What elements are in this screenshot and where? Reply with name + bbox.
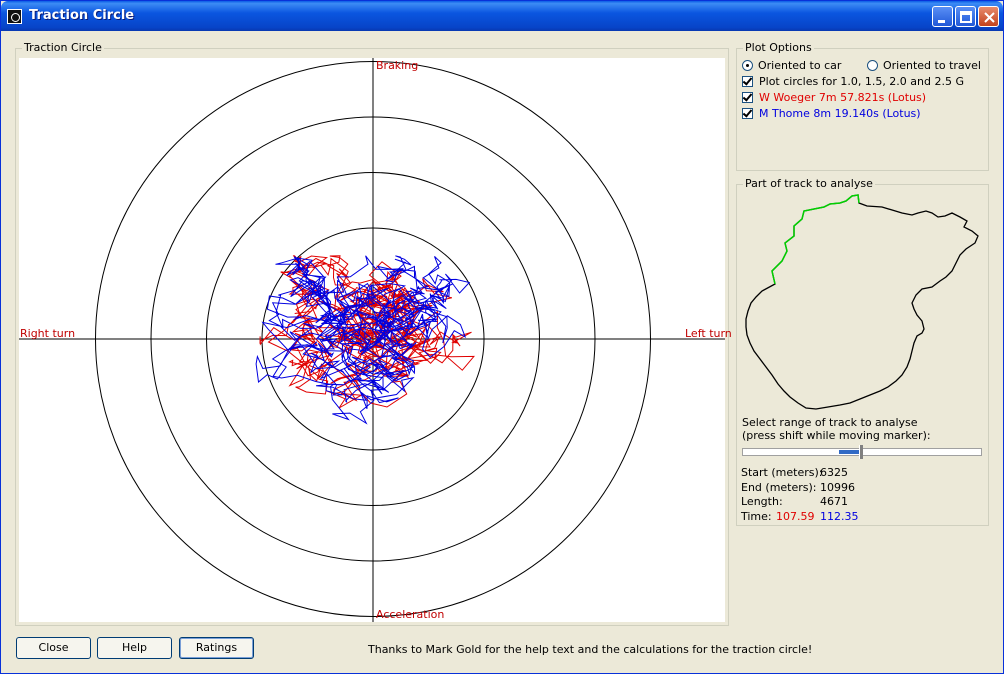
- checkbox-woeger-label: W Woeger 7m 57.821s (Lotus): [759, 91, 927, 104]
- length-value: 4671: [820, 495, 848, 508]
- title-bar[interactable]: Traction Circle: [1, 1, 1003, 31]
- checkbox-woeger[interactable]: W Woeger 7m 57.821s (Lotus): [742, 91, 926, 105]
- checkbox-thome-label: M Thome 8m 19.140s (Lotus): [759, 107, 921, 120]
- window-title: Traction Circle: [29, 8, 135, 23]
- checkbox-checked-icon: [742, 92, 753, 103]
- credits-text: Thanks to Mark Gold for the help text an…: [368, 643, 813, 656]
- track-analysis-label: Part of track to analyse: [743, 177, 875, 190]
- radio-oriented-to-car[interactable]: Oriented to car: [742, 59, 841, 73]
- radio-oriented-to-car-label: Oriented to car: [758, 59, 842, 72]
- track-range-selection[interactable]: [839, 450, 859, 454]
- braking-label: Braking: [376, 59, 419, 72]
- left-turn-label: Left turn: [685, 327, 732, 340]
- radio-oriented-to-travel-label: Oriented to travel: [883, 59, 981, 72]
- end-label: End (meters):: [741, 481, 817, 494]
- start-value: 6325: [820, 466, 848, 479]
- close-button[interactable]: Close: [16, 637, 91, 659]
- checkbox-checked-icon: [742, 76, 753, 87]
- traction-circle-svg: [19, 58, 725, 622]
- track-map[interactable]: [742, 191, 982, 415]
- checkbox-plot-circles[interactable]: Plot circles for 1.0, 1.5, 2.0 and 2.5 G: [742, 75, 964, 89]
- radio-oriented-to-travel[interactable]: Oriented to travel: [867, 59, 981, 73]
- app-icon: [7, 9, 22, 24]
- traction-circle-plot: Braking Acceleration Right turn Left tur…: [19, 58, 732, 622]
- radio-unselected-icon: [867, 60, 878, 71]
- time-label: Time:: [741, 510, 772, 523]
- traction-circle-window: Traction Circle Traction Circle Braking …: [0, 0, 1004, 674]
- plot-options-label: Plot Options: [743, 41, 814, 54]
- radio-selected-icon: [742, 60, 753, 71]
- select-range-line-1: Select range of track to analyse: [742, 416, 918, 429]
- maximize-button[interactable]: [955, 6, 976, 27]
- right-turn-label: Right turn: [20, 327, 76, 340]
- minimize-button[interactable]: [932, 6, 953, 27]
- start-label: Start (meters):: [741, 466, 823, 479]
- time-value-thome: 112.35: [820, 510, 859, 523]
- acceleration-label: Acceleration: [376, 608, 445, 621]
- checkbox-checked-icon: [742, 108, 753, 119]
- checkbox-thome[interactable]: M Thome 8m 19.140s (Lotus): [742, 107, 921, 121]
- select-range-text: Select range of track to analyse (press …: [742, 416, 931, 442]
- length-label: Length:: [741, 495, 783, 508]
- checkbox-plot-circles-label: Plot circles for 1.0, 1.5, 2.0 and 2.5 G: [759, 75, 965, 88]
- help-button[interactable]: Help: [97, 637, 172, 659]
- track-range-marker[interactable]: [859, 445, 863, 459]
- ratings-button[interactable]: Ratings: [179, 637, 254, 659]
- traction-circle-group-label: Traction Circle: [22, 41, 104, 54]
- end-value: 10996: [820, 481, 855, 494]
- time-value-woeger: 107.59: [776, 510, 815, 523]
- close-window-button[interactable]: [978, 6, 999, 27]
- select-range-line-2: (press shift while moving marker):: [742, 429, 931, 442]
